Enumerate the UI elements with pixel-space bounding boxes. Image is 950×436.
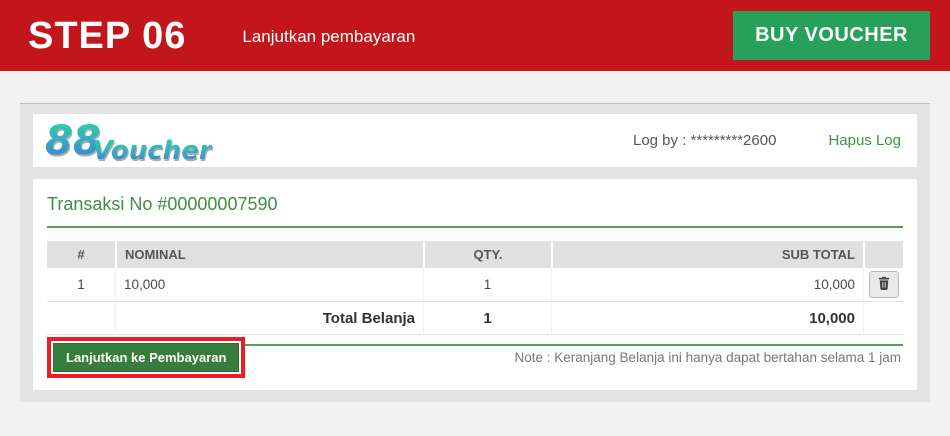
header-number: #	[47, 241, 115, 268]
total-actions-empty	[863, 302, 903, 335]
buy-voucher-button[interactable]: BUY VOUCHER	[733, 11, 930, 60]
header-qty: QTY.	[423, 241, 551, 268]
delete-item-button[interactable]	[869, 271, 899, 298]
transaction-title: Transaksi No #00000007590	[47, 194, 903, 215]
step-subtitle: Lanjutkan pembayaran	[242, 27, 415, 47]
cell-subtotal: 10,000	[551, 268, 863, 302]
transaction-panel: Transaksi No #00000007590 # NOMINAL QTY.…	[33, 179, 917, 390]
cell-nominal: 10,000	[115, 268, 423, 302]
cell-qty: 1	[423, 268, 551, 302]
total-row: Total Belanja 1 10,000	[47, 302, 903, 335]
site-header-bar: 88Voucher Log by : *********2600 Hapus L…	[33, 114, 917, 167]
total-label: Total Belanja	[115, 302, 423, 335]
trash-icon	[877, 276, 891, 293]
checkout-row: Lanjutkan ke Pembayaran Note : Keranjang…	[47, 337, 903, 378]
highlight-annotation: Lanjutkan ke Pembayaran	[47, 337, 245, 378]
total-empty	[47, 302, 115, 335]
session-info: Log by : *********2600 Hapus Log	[633, 132, 901, 149]
header-subtotal: SUB TOTAL	[551, 241, 863, 268]
continue-payment-button[interactable]: Lanjutkan ke Pembayaran	[53, 343, 239, 372]
divider-top	[47, 226, 903, 228]
total-qty: 1	[423, 302, 551, 335]
header-nominal: NOMINAL	[115, 241, 423, 268]
total-subtotal: 10,000	[551, 302, 863, 335]
site-logo: 88Voucher	[45, 121, 212, 161]
step-banner: STEP 06 Lanjutkan pembayaran BUY VOUCHER	[0, 0, 950, 71]
log-by-text: Log by : *********2600	[633, 132, 776, 149]
cart-card: 88Voucher Log by : *********2600 Hapus L…	[20, 103, 930, 402]
logo-voucher-text: Voucher	[93, 138, 212, 164]
cart-note: Note : Keranjang Belanja ini hanya dapat…	[514, 350, 903, 365]
table-header-row: # NOMINAL QTY. SUB TOTAL	[47, 241, 903, 268]
cell-actions	[863, 268, 903, 302]
table-row: 1 10,000 1 10,000	[47, 268, 903, 302]
cell-number: 1	[47, 268, 115, 302]
step-title: STEP 06	[28, 17, 186, 55]
header-actions	[863, 241, 903, 268]
cart-table: # NOMINAL QTY. SUB TOTAL 1 10,000 1 10,0…	[47, 241, 903, 335]
hapus-log-link[interactable]: Hapus Log	[828, 132, 901, 149]
